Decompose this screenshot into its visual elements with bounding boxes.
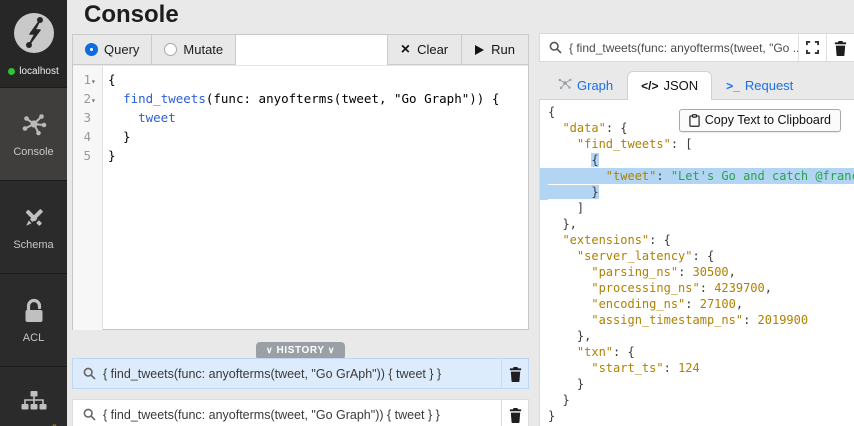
copy-to-clipboard-button[interactable]: Copy Text to Clipboard [679, 109, 841, 132]
query-editor[interactable]: 1▾2▾345 { find_tweets(func: anyofterms(t… [73, 65, 528, 330]
tab-request[interactable]: >_Request [712, 71, 807, 100]
editor-code: { find_tweets(func: anyofterms(tweet, "G… [103, 66, 528, 330]
json-line: }, [540, 216, 854, 232]
editor-line: find_tweets(func: anyofterms(tweet, "Go … [108, 89, 528, 108]
radio-icon [85, 43, 98, 56]
json-line: "extensions": { [540, 232, 854, 248]
lock-icon [22, 297, 46, 325]
query-panel: QueryMutate × Clear Run 1▾2▾345 { find_t… [72, 34, 529, 330]
tab-json[interactable]: </>JSON [627, 71, 712, 100]
history-section: ∨ HISTORY ∨ [72, 340, 529, 360]
server-name: localhost [19, 66, 58, 77]
tab-graph[interactable]: Graph [544, 70, 627, 100]
sidebar-item-schema[interactable]: Schema [0, 180, 67, 273]
chevron-down-icon: ∨ [266, 345, 273, 355]
sidebar-item-label: Schema [13, 239, 53, 251]
result-tabs: Graph</>JSON>_Request [539, 62, 854, 100]
mode-mutate-radio[interactable]: Mutate [151, 34, 236, 65]
editor-line: { [108, 70, 528, 89]
sidebar: localhost Console Schema ACL Explorerβ [0, 0, 67, 426]
delete-history-button[interactable] [501, 359, 528, 388]
history-query-text: { find_tweets(func: anyofterms(tweet, "G… [103, 408, 501, 422]
json-line: }, [540, 328, 854, 344]
tools-icon [21, 204, 47, 232]
trash-icon [833, 40, 848, 56]
json-line: { [540, 152, 854, 168]
json-line: } [540, 376, 854, 392]
editor-line: tweet [108, 108, 528, 127]
discard-frame-button[interactable] [826, 34, 854, 61]
delete-history-button[interactable] [501, 400, 528, 426]
query-mutate-toggle: QueryMutate [73, 35, 236, 65]
editor-line: } [108, 127, 528, 146]
json-line: } [540, 184, 854, 200]
sidebar-nav: Console Schema ACL Explorerβ [0, 87, 67, 426]
dgraph-logo-icon [13, 12, 55, 59]
mode-query-radio[interactable]: Query [72, 34, 152, 65]
code-icon: </> [641, 78, 658, 93]
radio-icon [164, 43, 177, 56]
frame-header[interactable]: { find_tweets(func: anyofterms(tweet, "G… [539, 33, 854, 62]
json-line: "processing_ns": 4239700, [540, 280, 854, 296]
sidebar-item-acl[interactable]: ACL [0, 273, 67, 366]
server-status-icon [8, 68, 15, 75]
terminal-icon: >_ [726, 78, 740, 93]
json-text: { "data": { "find_tweets": [ { "tweet": … [540, 104, 854, 424]
search-icon [83, 367, 96, 380]
sidebar-item-label: ACL [23, 332, 44, 344]
run-button[interactable]: Run [461, 34, 529, 65]
fullscreen-button[interactable] [798, 34, 826, 61]
sidebar-item-console[interactable]: Console [0, 87, 67, 180]
search-icon [83, 408, 96, 421]
graph-icon [20, 111, 48, 139]
sitemap-icon [21, 388, 47, 416]
json-line: "txn": { [540, 344, 854, 360]
server-selector[interactable]: localhost [0, 0, 67, 87]
clipboard-icon [689, 114, 700, 127]
json-line: } [540, 392, 854, 408]
json-line: "find_tweets": [ [540, 136, 854, 152]
json-line: ] [540, 200, 854, 216]
play-icon [475, 45, 484, 55]
sidebar-item-label: Console [13, 146, 53, 158]
json-line: "server_latency": { [540, 248, 854, 264]
query-toolbar: QueryMutate × Clear Run [73, 35, 528, 65]
sidebar-item-explorer[interactable]: Explorerβ [0, 366, 67, 426]
history-query-text: { find_tweets(func: anyofterms(tweet, "G… [103, 367, 501, 381]
graph-mini-icon [558, 77, 572, 93]
clear-x-icon: × [401, 42, 410, 58]
json-line: "encoding_ns": 27100, [540, 296, 854, 312]
json-line: "start_ts": 124 [540, 360, 854, 376]
json-line: "assign_timestamp_ns": 2019900 [540, 312, 854, 328]
page-title: Console [84, 0, 179, 32]
json-line: } [540, 408, 854, 424]
history-item[interactable]: { find_tweets(func: anyofterms(tweet, "G… [72, 399, 529, 426]
json-response-view[interactable]: Copy Text to Clipboard { "data": { "find… [539, 100, 854, 426]
chevron-down-icon: ∨ [328, 345, 335, 355]
result-panel: { find_tweets(func: anyofterms(tweet, "G… [539, 33, 854, 426]
history-item[interactable]: { find_tweets(func: anyofterms(tweet, "G… [72, 358, 529, 389]
json-line: "tweet": "Let's Go and catch @francesc [540, 168, 854, 184]
editor-gutter: 1▾2▾345 [73, 66, 103, 330]
expand-icon [806, 41, 819, 54]
clear-button[interactable]: × Clear [387, 34, 462, 65]
ratel-console-window: localhost Console Schema ACL Explorerβ Cons… [0, 0, 854, 426]
search-icon [549, 41, 562, 54]
json-line: "parsing_ns": 30500, [540, 264, 854, 280]
editor-line: } [108, 146, 528, 165]
frame-query-preview: { find_tweets(func: anyofterms(tweet, "G… [569, 41, 798, 55]
